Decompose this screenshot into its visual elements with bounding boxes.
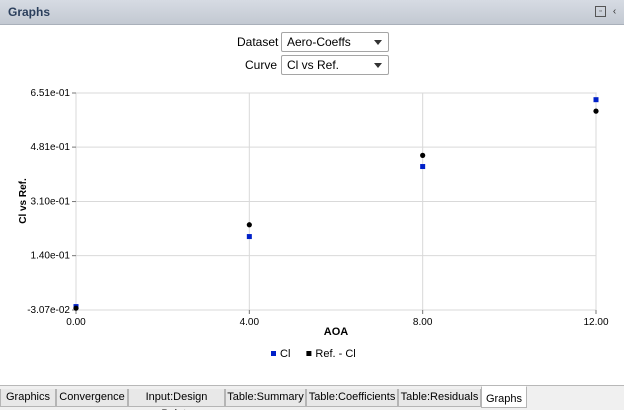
- y-axis-label: Cl vs Ref.: [18, 178, 29, 224]
- y-tick-label: 3.10e-01: [31, 197, 71, 208]
- x-axis-label: AOA: [324, 326, 349, 338]
- header-icons: ▫ ‹: [595, 6, 620, 17]
- curve-label: Curve: [244, 58, 277, 72]
- x-tick-label: 8.00: [413, 317, 433, 328]
- y-tick-label: 4.81e-01: [31, 142, 71, 153]
- dataset-value: Aero-Coeffs: [287, 35, 351, 49]
- tab-table-summary[interactable]: Table:Summary: [225, 389, 306, 407]
- maximize-icon[interactable]: ▫: [595, 6, 606, 17]
- y-tick-label: 6.51e-01: [31, 88, 71, 99]
- collapse-icon[interactable]: ‹: [609, 6, 620, 17]
- legend-swatch: [271, 351, 276, 356]
- dataset-label: Dataset: [237, 35, 279, 49]
- curve-row: Curve Cl vs Ref.: [237, 55, 389, 75]
- tab-graphs[interactable]: Graphs: [481, 386, 527, 408]
- tab-input-design-points[interactable]: Input:Design Points: [128, 389, 225, 410]
- tab-bar: Graphics Convergence Input:Design Points…: [0, 385, 624, 410]
- dataset-row: Dataset Aero-Coeffs: [237, 32, 389, 52]
- dropdown-arrow-icon: [374, 40, 382, 45]
- data-point-cl: [246, 234, 252, 240]
- tab-convergence[interactable]: Convergence: [56, 389, 128, 407]
- dataset-select[interactable]: Aero-Coeffs: [281, 32, 389, 52]
- data-point-ref-cl: [593, 108, 599, 114]
- x-tick-label: 4.00: [240, 317, 260, 328]
- dropdown-arrow-icon: [374, 63, 382, 68]
- data-point-cl: [420, 164, 426, 170]
- panel-title: Graphs: [8, 5, 51, 19]
- panel-header: Graphs ▫ ‹: [0, 0, 624, 25]
- tab-graphics[interactable]: Graphics: [0, 389, 56, 407]
- x-tick-label: 0.00: [66, 317, 86, 328]
- y-tick-label: 1.40e-01: [31, 251, 71, 262]
- legend-swatch: [306, 351, 312, 356]
- legend-label: Cl: [280, 348, 290, 360]
- scatter-chart: -3.07e-02 1.40e-01 3.10e-01 4.81e-01 6.51e-0…: [18, 88, 609, 360]
- data-point-cl: [593, 97, 599, 103]
- curve-select[interactable]: Cl vs Ref.: [281, 55, 389, 75]
- data-point-ref-cl: [246, 222, 252, 228]
- data-point-ref-cl: [73, 305, 79, 311]
- legend-label: Ref. - Cl: [315, 348, 355, 360]
- data-point-ref-cl: [420, 152, 426, 158]
- legend: Cl Ref. - Cl: [271, 348, 356, 360]
- tab-table-residuals[interactable]: Table:Residuals: [398, 389, 481, 407]
- curve-value: Cl vs Ref.: [287, 58, 340, 72]
- tab-table-coefficients[interactable]: Table:Coefficients: [306, 389, 398, 407]
- y-axis: -3.07e-02 1.40e-01 3.10e-01 4.81e-01 6.51e-0…: [27, 88, 76, 316]
- x-tick-label: 12.00: [583, 317, 608, 328]
- y-tick-label: -3.07e-02: [27, 305, 70, 316]
